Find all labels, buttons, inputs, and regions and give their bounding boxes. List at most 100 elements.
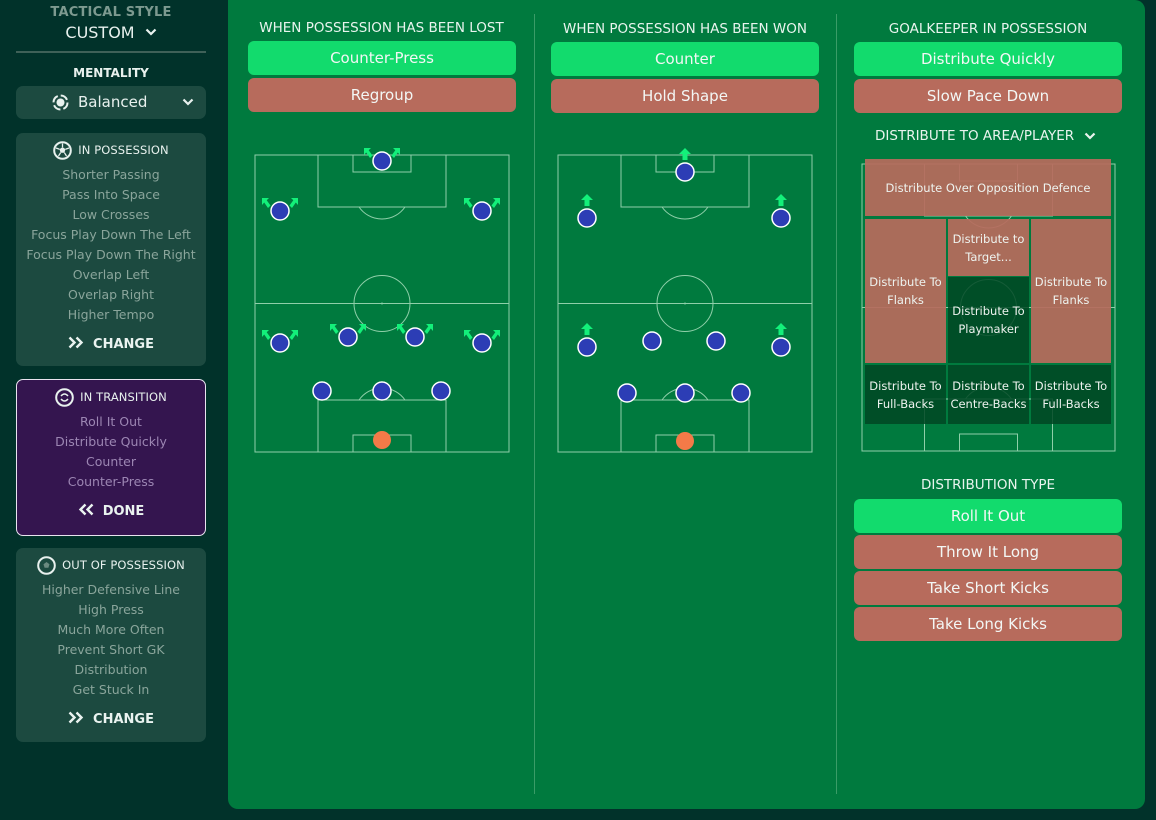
in-transition-title: IN TRANSITION bbox=[80, 390, 167, 404]
change-label: CHANGE bbox=[93, 711, 154, 727]
goal-area-bottom bbox=[959, 433, 1018, 452]
arrow-icon bbox=[775, 323, 787, 335]
player-marker bbox=[771, 208, 791, 228]
player-marker bbox=[372, 151, 392, 171]
arrow-icon bbox=[679, 148, 691, 160]
chevron-down-icon bbox=[145, 25, 157, 39]
zone-centrebacks[interactable]: Distribute To Centre-Backs bbox=[948, 365, 1029, 424]
player-marker bbox=[706, 331, 726, 351]
throw-it-long-button[interactable]: Throw It Long bbox=[854, 535, 1122, 569]
player-marker bbox=[312, 381, 332, 401]
distribution-map: Distribute Over Opposition Defence Distr… bbox=[861, 155, 1116, 461]
out-of-possession-change-button[interactable]: CHANGE bbox=[16, 709, 206, 729]
distribute-area-title: DISTRIBUTE TO AREA/PLAYER bbox=[875, 128, 1075, 144]
zone-fullbacks-right[interactable]: Distribute To Full-Backs bbox=[1031, 365, 1111, 424]
possession-won-title: WHEN POSSESSION HAS BEEN WON bbox=[562, 21, 808, 37]
arrow-icon bbox=[581, 323, 593, 335]
mentality-label: MENTALITY bbox=[73, 66, 149, 80]
penalty-arc-top bbox=[358, 206, 406, 220]
column-divider bbox=[534, 14, 535, 794]
football-icon bbox=[53, 140, 73, 160]
arrow-icon bbox=[262, 198, 271, 208]
instruction-item: Higher Defensive Line bbox=[42, 582, 180, 597]
tactical-style-dropdown[interactable]: CUSTOM bbox=[16, 21, 206, 43]
player-marker bbox=[472, 333, 492, 353]
arrow-icon bbox=[391, 148, 400, 158]
goalkeeper-title: GOALKEEPER IN POSSESSION bbox=[888, 21, 1088, 37]
player-marker bbox=[675, 383, 695, 403]
divider bbox=[16, 51, 206, 53]
player-marker bbox=[405, 327, 425, 347]
pitch-lost bbox=[254, 148, 510, 453]
counter-button[interactable]: Counter bbox=[551, 42, 819, 76]
arrow-icon bbox=[364, 148, 373, 158]
instruction-item: Counter-Press bbox=[67, 474, 155, 489]
zone-fullbacks-left[interactable]: Distribute To Full-Backs bbox=[865, 365, 946, 424]
arrow-icon bbox=[581, 194, 593, 206]
done-label: DONE bbox=[102, 503, 145, 519]
distribute-area-dropdown[interactable]: DISTRIBUTE TO AREA/PLAYER bbox=[875, 128, 1096, 144]
tactical-style-value: CUSTOM bbox=[65, 22, 135, 42]
goalkeeper-marker bbox=[373, 431, 391, 449]
instruction-item: Roll It Out bbox=[80, 414, 142, 429]
instruction-item: Much More Often bbox=[57, 622, 165, 637]
out-of-possession-card: OUT OF POSSESSION Higher Defensive Line … bbox=[16, 548, 206, 742]
in-transition-done-button[interactable]: DONE bbox=[17, 501, 205, 521]
instruction-item: Overlap Right bbox=[67, 287, 155, 302]
instruction-item: Distribute Quickly bbox=[55, 434, 167, 449]
player-marker bbox=[642, 331, 662, 351]
football-outline-icon bbox=[37, 555, 56, 575]
slow-pace-down-button[interactable]: Slow Pace Down bbox=[854, 79, 1122, 113]
arrow-icon bbox=[491, 330, 500, 340]
centre-spot bbox=[381, 302, 383, 305]
centre-spot bbox=[684, 302, 686, 305]
zone-over-defence[interactable]: Distribute Over Opposition Defence bbox=[865, 159, 1111, 216]
instruction-item: High Press bbox=[78, 602, 144, 617]
zone-playmaker[interactable]: Distribute To Playmaker bbox=[948, 277, 1029, 363]
take-short-kicks-button[interactable]: Take Short Kicks bbox=[854, 571, 1122, 605]
roll-it-out-button[interactable]: Roll It Out bbox=[854, 499, 1122, 533]
player-marker bbox=[431, 381, 451, 401]
instruction-item: Overlap Left bbox=[72, 267, 150, 282]
chevron-down-icon bbox=[1084, 130, 1096, 143]
double-chevron-right-icon bbox=[68, 710, 84, 728]
arrow-icon bbox=[330, 324, 339, 334]
player-marker bbox=[472, 201, 492, 221]
change-label: CHANGE bbox=[93, 336, 154, 352]
instruction-item: Counter bbox=[86, 454, 136, 469]
counter-press-button[interactable]: Counter-Press bbox=[248, 41, 516, 75]
in-transition-list: Roll It Out Distribute Quickly Counter C… bbox=[17, 412, 205, 492]
arrow-icon bbox=[464, 330, 473, 340]
player-marker bbox=[577, 208, 597, 228]
take-long-kicks-button[interactable]: Take Long Kicks bbox=[854, 607, 1122, 641]
penalty-arc-top bbox=[661, 206, 709, 220]
arrow-icon bbox=[262, 330, 271, 340]
transition-panel: WHEN POSSESSION HAS BEEN LOST Counter-Pr… bbox=[228, 0, 1145, 809]
double-chevron-left-icon bbox=[78, 502, 94, 520]
player-marker bbox=[270, 333, 290, 353]
tactics-screen: TACTICAL STYLE CUSTOM MENTALITY Balanced bbox=[0, 0, 1156, 820]
in-possession-card: IN POSSESSION Shorter Passing Pass Into … bbox=[16, 133, 206, 366]
player-marker bbox=[617, 383, 637, 403]
arrow-icon bbox=[424, 324, 433, 334]
out-of-possession-header: OUT OF POSSESSION bbox=[16, 555, 206, 575]
player-marker bbox=[270, 201, 290, 221]
instruction-item: Prevent Short GK bbox=[57, 642, 165, 657]
out-of-possession-title: OUT OF POSSESSION bbox=[62, 558, 185, 572]
player-marker bbox=[577, 337, 597, 357]
mentality-balanced-icon bbox=[52, 94, 69, 111]
mentality-dropdown[interactable]: Balanced bbox=[16, 86, 206, 119]
double-chevron-right-icon bbox=[68, 335, 84, 353]
zone-target[interactable]: Distribute to Target... bbox=[948, 219, 1029, 276]
sidebar: TACTICAL STYLE CUSTOM MENTALITY Balanced bbox=[16, 0, 206, 119]
in-transition-card: IN TRANSITION Roll It Out Distribute Qui… bbox=[16, 379, 206, 536]
distribute-quickly-button[interactable]: Distribute Quickly bbox=[854, 42, 1122, 76]
mentality-value: Balanced bbox=[78, 93, 148, 111]
zone-flanks-left[interactable]: Distribute To Flanks bbox=[865, 219, 946, 363]
regroup-button[interactable]: Regroup bbox=[248, 78, 516, 112]
column-divider bbox=[836, 14, 837, 794]
in-possession-change-button[interactable]: CHANGE bbox=[16, 334, 206, 354]
zone-flanks-right[interactable]: Distribute To Flanks bbox=[1031, 219, 1111, 363]
possession-lost-title: WHEN POSSESSION HAS BEEN LOST bbox=[259, 20, 504, 36]
hold-shape-button[interactable]: Hold Shape bbox=[551, 79, 819, 113]
